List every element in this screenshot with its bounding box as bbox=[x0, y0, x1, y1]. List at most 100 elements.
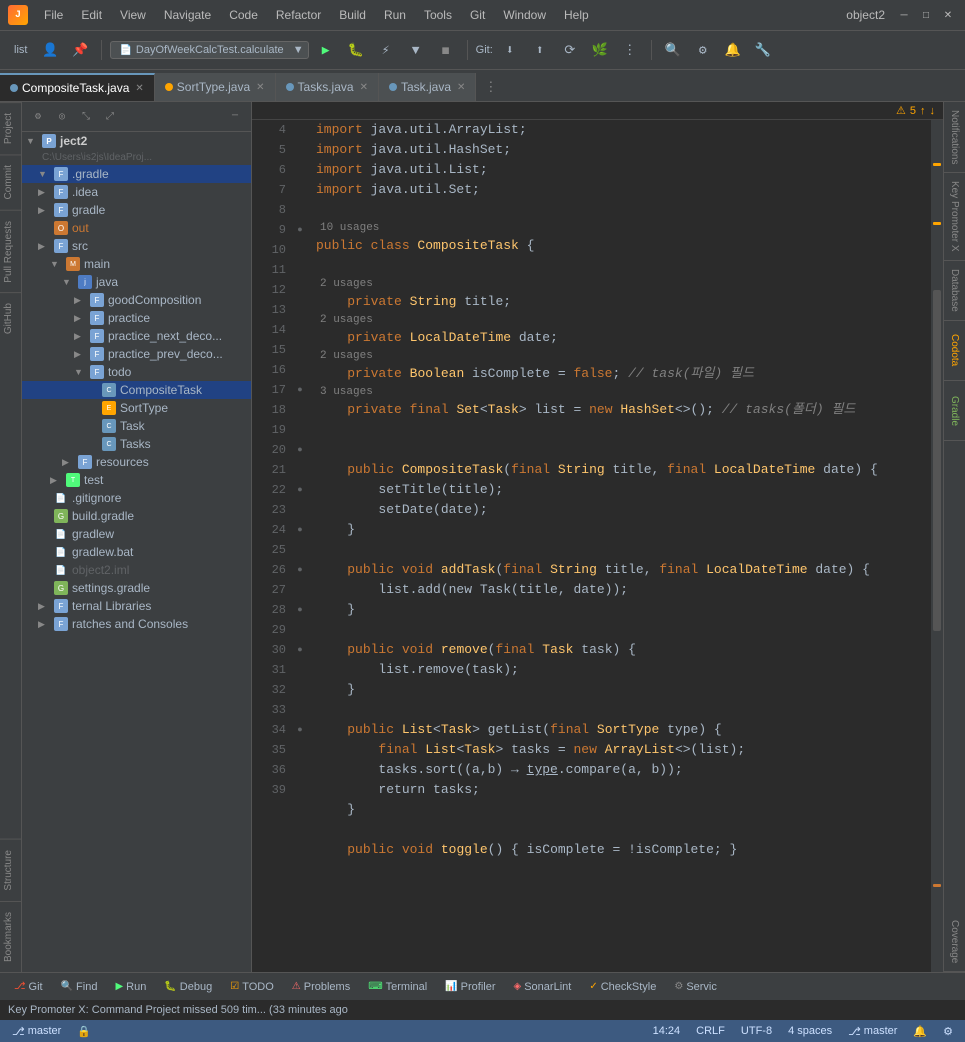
vert-tab-commit[interactable]: Commit bbox=[0, 154, 21, 209]
list-item[interactable]: 📄 .gitignore bbox=[22, 489, 251, 507]
search-button[interactable]: 🔍 bbox=[660, 37, 686, 63]
git-history[interactable]: ⟳ bbox=[557, 37, 583, 63]
list-item[interactable]: ▶ F ratches and Consoles bbox=[22, 615, 251, 633]
git-update[interactable]: ⬇ bbox=[497, 37, 523, 63]
list-item[interactable]: C Tasks bbox=[22, 435, 251, 453]
bottom-tab-sonar[interactable]: ◈ SonarLint bbox=[506, 979, 580, 995]
tree-locate-icon[interactable]: ◎ bbox=[52, 107, 72, 127]
tab-sorttype[interactable]: SortType.java ✕ bbox=[155, 73, 276, 101]
list-item[interactable]: G build.gradle bbox=[22, 507, 251, 525]
arrow-down-icon[interactable]: ↓ bbox=[930, 105, 936, 117]
bottom-tab-git[interactable]: ⎇ Git bbox=[6, 979, 51, 995]
code-content[interactable]: import java.util.ArrayList; import java.… bbox=[308, 120, 931, 972]
tab-more-button[interactable]: ⋮ bbox=[476, 73, 505, 101]
bottom-tab-service[interactable]: ⚙ Servic bbox=[666, 979, 725, 995]
right-tab-coverage[interactable]: Coverage bbox=[944, 912, 965, 972]
right-tab-key-promoter[interactable]: Key Promoter X bbox=[944, 173, 965, 261]
vert-tab-project[interactable]: Project bbox=[0, 102, 21, 154]
list-item[interactable]: ▼ F .gradle bbox=[22, 165, 251, 183]
status-branch[interactable]: ⎇ master bbox=[8, 1025, 65, 1038]
status-notifications[interactable]: 🔔 bbox=[909, 1025, 931, 1038]
more-run-options[interactable]: ▼ bbox=[403, 37, 429, 63]
list-item[interactable]: 📄 object2.iml bbox=[22, 561, 251, 579]
maximize-button[interactable]: □ bbox=[917, 6, 935, 24]
run-button[interactable]: ▶ bbox=[313, 37, 339, 63]
right-tab-database[interactable]: Database bbox=[944, 261, 965, 321]
editor-scrollbar[interactable] bbox=[931, 120, 943, 972]
file-dropdown[interactable]: 📄 DayOfWeekCalcTest.calculate ▼ bbox=[110, 41, 308, 59]
right-tab-codota[interactable]: Codota bbox=[944, 321, 965, 381]
notifications-button[interactable]: 🔔 bbox=[720, 37, 746, 63]
settings-button[interactable]: ⚙ bbox=[690, 37, 716, 63]
menu-build[interactable]: Build bbox=[331, 6, 374, 24]
list-item[interactable]: ▶ F .idea bbox=[22, 183, 251, 201]
tree-close-icon[interactable]: ─ bbox=[225, 107, 245, 127]
status-lock[interactable]: 🔒 bbox=[73, 1025, 95, 1038]
status-crlf[interactable]: CRLF bbox=[692, 1025, 729, 1037]
vert-tab-github[interactable]: GitHub bbox=[0, 292, 21, 344]
status-indent[interactable]: 4 spaces bbox=[784, 1025, 836, 1037]
bottom-tab-problems[interactable]: ⚠ Problems bbox=[284, 979, 358, 995]
vert-tab-structure[interactable]: Structure bbox=[0, 839, 21, 901]
git-more[interactable]: ⋮ bbox=[617, 37, 643, 63]
list-item[interactable]: ▼ M main bbox=[22, 255, 251, 273]
bottom-tab-debug[interactable]: 🐛 Debug bbox=[156, 979, 220, 995]
menu-git[interactable]: Git bbox=[462, 6, 493, 24]
stop-button[interactable]: ◼ bbox=[433, 37, 459, 63]
list-item[interactable]: ▶ F ternal Libraries bbox=[22, 597, 251, 615]
status-git-branch[interactable]: ⎇ master bbox=[844, 1025, 901, 1038]
project-name[interactable]: list bbox=[8, 41, 33, 59]
status-position[interactable]: 14:24 bbox=[649, 1025, 685, 1037]
menu-navigate[interactable]: Navigate bbox=[156, 6, 219, 24]
close-button[interactable]: ✕ bbox=[939, 6, 957, 24]
coverage-button[interactable]: ⚡ bbox=[373, 37, 399, 63]
list-item[interactable]: C Task bbox=[22, 417, 251, 435]
menu-code[interactable]: Code bbox=[221, 6, 266, 24]
bottom-tab-profiler[interactable]: 📊 Profiler bbox=[437, 979, 503, 995]
status-settings[interactable]: ⚙ bbox=[939, 1025, 957, 1038]
composite-task-item[interactable]: C CompositeTask bbox=[22, 381, 251, 399]
tab-close-tasks[interactable]: ✕ bbox=[360, 82, 368, 93]
list-item[interactable]: G settings.gradle bbox=[22, 579, 251, 597]
menu-edit[interactable]: Edit bbox=[73, 6, 110, 24]
vert-tab-bookmarks[interactable]: Bookmarks bbox=[0, 901, 21, 972]
bottom-tab-checkstyle[interactable]: ✓ CheckStyle bbox=[581, 979, 664, 995]
pin-icon[interactable]: 📌 bbox=[67, 37, 93, 63]
list-item[interactable]: 📄 gradlew bbox=[22, 525, 251, 543]
bottom-tab-find[interactable]: 🔍 Find bbox=[53, 979, 106, 995]
tab-tasks[interactable]: Tasks.java ✕ bbox=[276, 73, 379, 101]
tree-collapse-icon[interactable]: ⤢ bbox=[100, 107, 120, 127]
tree-root[interactable]: ▼ P ject2 bbox=[22, 132, 251, 150]
tab-close-sorttype[interactable]: ✕ bbox=[256, 82, 264, 93]
list-item[interactable]: ▼ F todo bbox=[22, 363, 251, 381]
minimize-button[interactable]: ─ bbox=[895, 6, 913, 24]
list-item[interactable]: E SortType bbox=[22, 399, 251, 417]
menu-tools[interactable]: Tools bbox=[416, 6, 460, 24]
menu-refactor[interactable]: Refactor bbox=[268, 6, 329, 24]
tree-expand-icon[interactable]: ⤡ bbox=[76, 107, 96, 127]
tab-task[interactable]: Task.java ✕ bbox=[379, 73, 476, 101]
user-icon[interactable]: 👤 bbox=[37, 37, 63, 63]
bottom-tab-run[interactable]: ▶ Run bbox=[107, 979, 154, 995]
menu-view[interactable]: View bbox=[112, 6, 154, 24]
list-item[interactable]: ▶ F practice_next_deco... bbox=[22, 327, 251, 345]
list-item[interactable]: ▶ F resources bbox=[22, 453, 251, 471]
menu-file[interactable]: File bbox=[36, 6, 71, 24]
menu-run[interactable]: Run bbox=[376, 6, 414, 24]
list-item[interactable]: O out bbox=[22, 219, 251, 237]
status-encoding[interactable]: UTF-8 bbox=[737, 1025, 776, 1037]
tab-close-composite[interactable]: ✕ bbox=[135, 83, 143, 94]
list-item[interactable]: ▶ F goodComposition bbox=[22, 291, 251, 309]
right-tab-gradle[interactable]: Gradle bbox=[944, 381, 965, 441]
git-branches[interactable]: 🌿 bbox=[587, 37, 613, 63]
bottom-tab-terminal[interactable]: ⌨ Terminal bbox=[360, 979, 435, 995]
bottom-tab-todo[interactable]: ☑ TODO bbox=[222, 979, 282, 995]
vert-tab-pull-requests[interactable]: Pull Requests bbox=[0, 210, 21, 293]
tree-settings-icon[interactable]: ⚙ bbox=[28, 107, 48, 127]
right-tab-notifications[interactable]: Notifications bbox=[944, 102, 965, 173]
list-item[interactable]: ▶ T test bbox=[22, 471, 251, 489]
plugins-button[interactable]: 🔧 bbox=[750, 37, 776, 63]
list-item[interactable]: ▶ F gradle bbox=[22, 201, 251, 219]
tab-composite-task[interactable]: CompositeTask.java ✕ bbox=[0, 73, 155, 101]
menu-window[interactable]: Window bbox=[495, 6, 554, 24]
